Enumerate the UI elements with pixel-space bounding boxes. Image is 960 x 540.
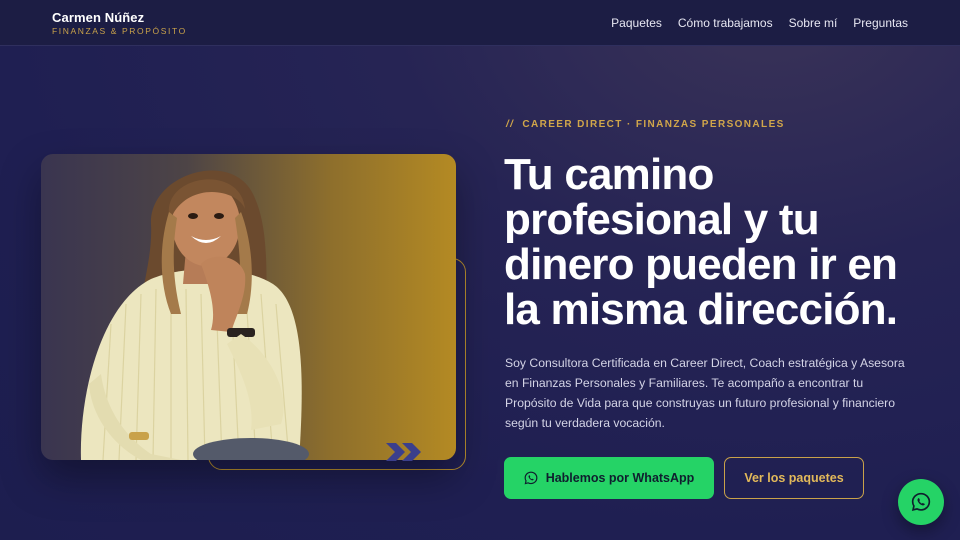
nav-item-como-trabajamos[interactable]: Cómo trabajamos bbox=[678, 16, 773, 30]
double-chevron-right-icon bbox=[386, 443, 421, 461]
floating-whatsapp-button[interactable] bbox=[898, 479, 944, 525]
whatsapp-cta-label: Hablemos por WhatsApp bbox=[545, 471, 695, 485]
portrait-illustration bbox=[80, 170, 309, 460]
hero-eyebrow: // CAREER DIRECT · FINANZAS PERSONALES bbox=[506, 119, 785, 130]
nav-item-paquetes[interactable]: Paquetes bbox=[611, 16, 662, 30]
ver-paquetes-label: Ver los paquetes bbox=[744, 471, 844, 485]
whatsapp-icon bbox=[524, 471, 538, 485]
eyebrow-mark: // bbox=[506, 119, 515, 130]
hero-headline: Tu camino profesional y tu dinero pueden… bbox=[504, 150, 898, 334]
nav-item-sobre-mi[interactable]: Sobre mí bbox=[789, 16, 838, 30]
brand-tagline: FINANZAS & PROPÓSITO bbox=[52, 26, 187, 36]
ver-paquetes-button[interactable]: Ver los paquetes bbox=[724, 457, 864, 499]
hero-lead: Soy Consultora Certificada en Career Dir… bbox=[505, 356, 905, 430]
whatsapp-icon bbox=[911, 492, 931, 512]
eyebrow-text: CAREER DIRECT · FINANZAS PERSONALES bbox=[522, 119, 785, 130]
brand-logo[interactable]: Carmen Núñez FINANZAS & PROPÓSITO bbox=[52, 10, 187, 36]
nav-item-preguntas[interactable]: Preguntas bbox=[853, 16, 908, 30]
site-header: Carmen Núñez FINANZAS & PROPÓSITO Paquet… bbox=[0, 0, 960, 46]
main-nav: Paquetes Cómo trabajamos Sobre mí Pregun… bbox=[611, 16, 908, 30]
whatsapp-cta-button[interactable]: Hablemos por WhatsApp bbox=[504, 457, 714, 499]
hero-photo bbox=[41, 154, 456, 460]
brand-name: Carmen Núñez bbox=[52, 10, 145, 25]
